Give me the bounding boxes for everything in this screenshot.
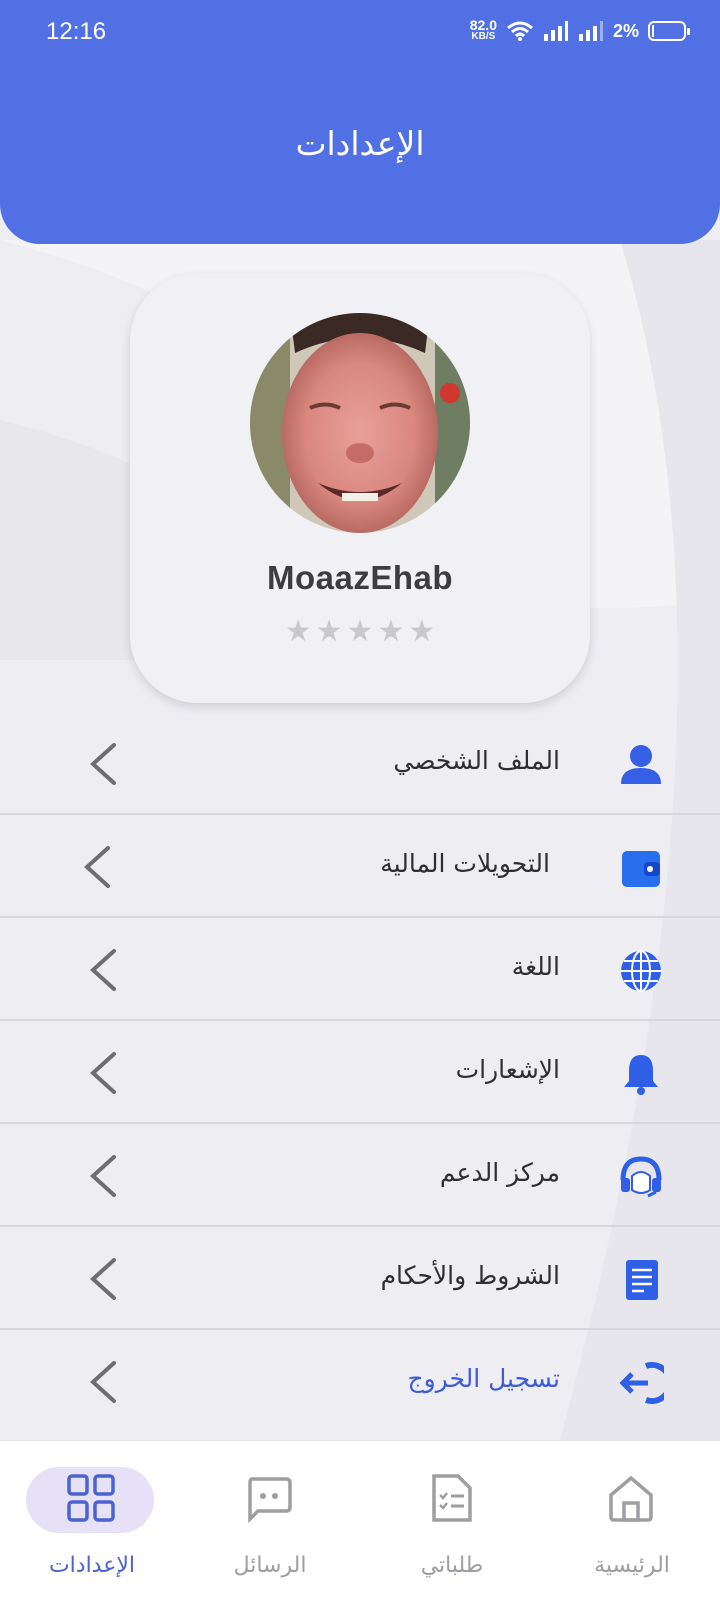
user-icon (621, 745, 661, 784)
nav-label: الرئيسية (594, 1553, 670, 1578)
document-icon (626, 1260, 658, 1300)
menu-item-logout[interactable]: تسجيل الخروج (0, 1330, 720, 1433)
profile-card: MoaazEhab ★ ★ ★ ★ ★ (130, 273, 590, 703)
star-icon[interactable]: ★ (285, 617, 312, 647)
network-speed-value: 82.0 (469, 17, 497, 33)
menu-item-terms[interactable]: الشروط والأحكام (0, 1227, 720, 1330)
chevron-left-icon (90, 949, 116, 991)
star-icon[interactable]: ★ (377, 617, 404, 647)
nav-item-settings[interactable]: الإعدادات (22, 1463, 162, 1583)
star-icon[interactable]: ★ (347, 617, 374, 647)
app-header: 12:16 82.0 KB/S 2% الإعدادات (0, 0, 720, 244)
wifi-icon (507, 21, 533, 41)
star-icon[interactable]: ★ (408, 617, 435, 647)
settings-menu: الملف الشخصي التحويلات المالية اللغة الإ… (0, 712, 720, 1433)
messages-icon (248, 1477, 292, 1523)
menu-item-label: التحويلات المالية (380, 849, 550, 878)
status-bar: 12:16 82.0 KB/S 2% (0, 0, 720, 64)
username: MoaazEhab (266, 559, 454, 596)
grid-icon (67, 1474, 115, 1522)
wallet-icon (622, 851, 660, 887)
menu-item-notifications[interactable]: الإشعارات (0, 1021, 720, 1124)
battery-icon (648, 21, 690, 41)
nav-item-messages[interactable]: الرسائل (200, 1463, 340, 1583)
menu-item-support[interactable]: مركز الدعم (0, 1124, 720, 1227)
orders-icon (432, 1474, 472, 1522)
page-title: الإعدادات (295, 124, 425, 163)
signal-icon (543, 21, 568, 41)
nav-item-home[interactable]: الرئيسية (562, 1463, 702, 1583)
rating-stars[interactable]: ★ ★ ★ ★ ★ (130, 617, 590, 647)
menu-item-label: الشروط والأحكام (380, 1261, 560, 1290)
network-speed-unit: KB/S (471, 31, 496, 42)
status-indicators: 82.0 KB/S 2% (469, 16, 690, 46)
bell-icon (624, 1055, 658, 1095)
logout-icon (619, 1362, 664, 1404)
menu-item-profile[interactable]: الملف الشخصي (0, 712, 720, 815)
menu-item-label: الملف الشخصي (393, 746, 560, 775)
nav-label: طلباتي (420, 1553, 484, 1578)
globe-icon (621, 950, 661, 992)
battery-percent: 2% (612, 20, 639, 41)
star-icon[interactable]: ★ (316, 617, 343, 647)
chevron-left-icon (90, 1052, 116, 1094)
menu-item-label: اللغة (511, 952, 560, 981)
menu-item-label: تسجيل الخروج (407, 1364, 560, 1393)
network-speed: 82.0 KB/S (469, 17, 497, 43)
chevron-left-icon (84, 846, 110, 888)
chevron-left-icon (90, 1155, 116, 1197)
headset-icon (620, 1156, 662, 1198)
signal-icon-secondary (578, 21, 603, 41)
home-icon (609, 1475, 653, 1522)
chevron-left-icon (90, 1258, 116, 1300)
avatar[interactable] (250, 313, 470, 533)
chevron-left-icon (90, 743, 116, 785)
nav-label: الرسائل (233, 1553, 307, 1578)
chevron-left-icon (90, 1361, 116, 1403)
menu-item-language[interactable]: اللغة (0, 918, 720, 1021)
nav-item-orders[interactable]: طلباتي (382, 1463, 522, 1583)
menu-item-transfers[interactable]: التحويلات المالية (0, 815, 720, 918)
nav-label: الإعدادات (48, 1553, 136, 1578)
menu-item-label: الإشعارات (455, 1055, 560, 1084)
bottom-navigation: الإعدادات الرسائل طلباتي الرئيسية (0, 1440, 720, 1600)
menu-item-label: مركز الدعم (439, 1158, 560, 1187)
status-time: 12:16 (46, 18, 107, 45)
